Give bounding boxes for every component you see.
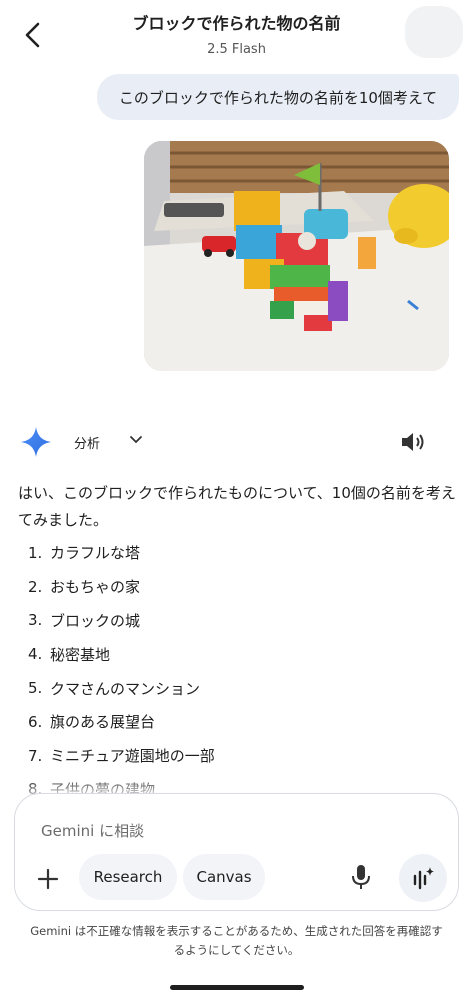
list-item: 6. 旗のある展望台 (28, 712, 156, 732)
prompt-input-card: Gemini に相談 Research Canvas (14, 793, 459, 911)
uploaded-photo[interactable] (144, 141, 449, 371)
list-item: 5. クマさんのマンション (28, 679, 201, 698)
analysis-mode-label[interactable]: 分析 (74, 433, 100, 452)
list-item: 1. カラフルな塔 (28, 543, 141, 563)
list-item: 4. 秘密基地 (28, 645, 111, 664)
gemini-spark-icon (20, 426, 52, 462)
chevron-down-icon[interactable] (128, 432, 144, 452)
disclaimer-text: Gemini は不正確な情報を表示することがあるため、生成された回答を再確認する… (30, 924, 443, 957)
list-item-highlighted: 7. ミニチュア遊園地の一部 (20, 739, 448, 773)
add-button[interactable] (33, 864, 63, 894)
name-list: 1. カラフルな塔 2. おもちゃの家 3. ブロックの城 4. 秘密基地 5. クマさん… (20, 536, 448, 806)
response-intro: はい、このブロックで作られたものについて、10個の名前を考えてみました。 (18, 484, 456, 529)
research-button[interactable]: Research (79, 854, 177, 900)
user-message-bubble: このブロックで作られた物の名前を10個考えて (97, 74, 459, 120)
live-voice-button[interactable] (399, 854, 447, 902)
home-indicator (170, 985, 304, 990)
prompt-input[interactable]: Gemini に相談 (41, 820, 144, 841)
chat-header: ブロックで作られた物の名前 2.5 Flash (0, 0, 473, 70)
plus-icon (37, 868, 59, 890)
speaker-icon[interactable] (400, 430, 426, 458)
lego-tower-image (144, 141, 449, 371)
response-header: 分析 (0, 420, 473, 464)
avatar-blurred[interactable] (405, 6, 463, 58)
canvas-button[interactable]: Canvas (183, 854, 265, 900)
list-item: 2. おもちゃの家 (28, 577, 141, 597)
model-label[interactable]: 2.5 Flash (0, 42, 473, 57)
chat-title[interactable]: ブロックで作られた物の名前 (0, 10, 473, 34)
live-waveform-icon (413, 867, 434, 890)
microphone-icon[interactable] (351, 863, 371, 895)
list-item: 3. ブロックの城 (28, 611, 141, 630)
